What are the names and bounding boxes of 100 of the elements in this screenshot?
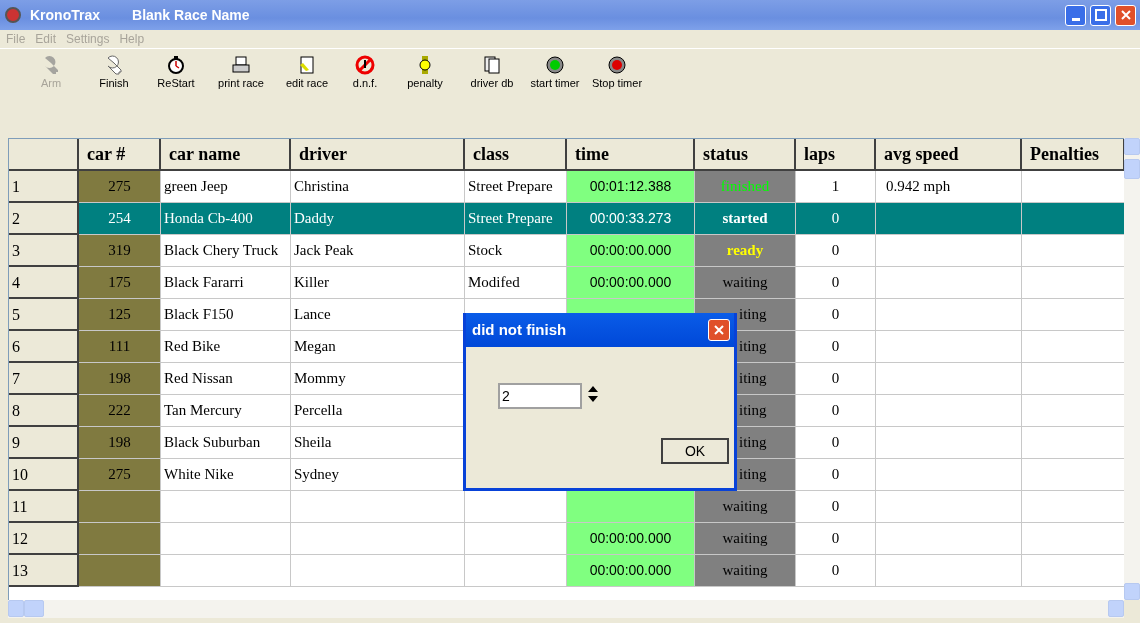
column-header[interactable]: class bbox=[465, 139, 567, 171]
close-button[interactable] bbox=[708, 319, 730, 341]
table-cell: Jack Peak bbox=[291, 235, 465, 267]
row-number[interactable]: 9 bbox=[9, 427, 79, 459]
status-cell: waiting bbox=[695, 523, 796, 555]
scroll-left-button[interactable] bbox=[8, 600, 24, 617]
table-cell: 275 bbox=[79, 459, 161, 491]
vertical-scrollbar[interactable] bbox=[1124, 138, 1140, 600]
row-number[interactable]: 7 bbox=[9, 363, 79, 395]
toolbar-button[interactable]: Stop timer bbox=[584, 55, 650, 90]
status-cell: ready bbox=[695, 235, 796, 267]
table-cell: Daddy bbox=[291, 203, 465, 235]
table-cell: Tan Mercury bbox=[161, 395, 291, 427]
toolbar-button[interactable]: print race bbox=[206, 55, 276, 90]
table-cell: 0 bbox=[796, 395, 876, 427]
signal-light-icon bbox=[607, 55, 627, 75]
table-cell: Black F150 bbox=[161, 299, 291, 331]
table-cell: 319 bbox=[79, 235, 161, 267]
scroll-up-button[interactable] bbox=[1124, 138, 1140, 155]
toolbar-button[interactable]: penalty bbox=[392, 55, 458, 90]
table-cell: 0 bbox=[796, 331, 876, 363]
table-cell: Black Suburban bbox=[161, 427, 291, 459]
table-cell: 0 bbox=[796, 523, 876, 555]
row-number[interactable]: 5 bbox=[9, 299, 79, 331]
row-number[interactable]: 13 bbox=[9, 555, 79, 587]
document-icon bbox=[297, 55, 317, 75]
table-cell: Killer bbox=[291, 267, 465, 299]
table-cell: Honda Cb-400 bbox=[161, 203, 291, 235]
table-cell: 00:00:00.000 bbox=[567, 267, 695, 299]
table-cell: 00:00:00.000 bbox=[567, 235, 695, 267]
table-cell: 0 bbox=[796, 491, 876, 523]
toolbar-button[interactable]: driver db bbox=[458, 55, 526, 90]
table-cell: 222 bbox=[79, 395, 161, 427]
table-cell: 0 bbox=[796, 363, 876, 395]
no-sign-icon bbox=[355, 55, 375, 75]
scroll-thumb[interactable] bbox=[1124, 159, 1140, 179]
close-icon bbox=[713, 324, 725, 336]
scroll-thumb[interactable] bbox=[24, 600, 44, 617]
spin-arrows-icon[interactable] bbox=[585, 384, 601, 404]
table-cell: 175 bbox=[79, 267, 161, 299]
row-number[interactable]: 1 bbox=[9, 171, 79, 203]
minimize-icon bbox=[1071, 17, 1080, 21]
row-number[interactable]: 2 bbox=[9, 203, 79, 235]
row-number[interactable]: 4 bbox=[9, 267, 79, 299]
toolbar-button[interactable]: ReStart bbox=[146, 55, 206, 90]
row-number[interactable]: 12 bbox=[9, 523, 79, 555]
printer-icon bbox=[231, 55, 251, 75]
close-button[interactable] bbox=[1115, 4, 1136, 26]
table-cell: 0 bbox=[796, 459, 876, 491]
toolbar-button[interactable]: edit race bbox=[276, 55, 338, 90]
table-cell: Street Prepare bbox=[465, 203, 567, 235]
scroll-right-button[interactable] bbox=[1108, 600, 1124, 617]
maximize-icon bbox=[1094, 9, 1107, 21]
table-cell: 0 bbox=[796, 427, 876, 459]
column-header[interactable]: avg speed bbox=[876, 139, 1022, 171]
table-cell: White Nike bbox=[161, 459, 291, 491]
maximize-button[interactable] bbox=[1090, 4, 1111, 26]
table-cell: Black Chery Truck bbox=[161, 235, 291, 267]
row-number[interactable]: 11 bbox=[9, 491, 79, 523]
toolbar-button[interactable]: start timer bbox=[526, 55, 584, 90]
column-header[interactable]: driver bbox=[291, 139, 465, 171]
table-cell: 0 bbox=[796, 299, 876, 331]
table-cell: 254 bbox=[79, 203, 161, 235]
table-cell: 198 bbox=[79, 363, 161, 395]
signal-light-icon bbox=[545, 55, 565, 75]
column-header[interactable]: status bbox=[695, 139, 796, 171]
app-name: KronoTrax bbox=[30, 5, 100, 25]
spin-field[interactable]: 2 bbox=[498, 383, 582, 409]
table-cell: 00:00:00.000 bbox=[567, 523, 695, 555]
table-cell: Red Nissan bbox=[161, 363, 291, 395]
horizontal-scrollbar[interactable] bbox=[8, 600, 1124, 618]
status-cell: waiting bbox=[695, 555, 796, 587]
column-header[interactable]: laps bbox=[796, 139, 876, 171]
row-number[interactable]: 10 bbox=[9, 459, 79, 491]
status-cell: waiting bbox=[695, 491, 796, 523]
scroll-down-button[interactable] bbox=[1124, 583, 1140, 600]
column-header[interactable]: time bbox=[567, 139, 695, 171]
row-number[interactable]: 8 bbox=[9, 395, 79, 427]
header-cell bbox=[9, 139, 79, 171]
column-header[interactable]: Penalties bbox=[1022, 139, 1124, 171]
dialog-title: did not finish bbox=[472, 319, 567, 340]
close-icon bbox=[1119, 9, 1132, 21]
column-header[interactable]: car name bbox=[161, 139, 291, 171]
table-cell: 0 bbox=[796, 267, 876, 299]
documents-icon bbox=[482, 55, 502, 75]
table-cell: 198 bbox=[79, 427, 161, 459]
table-cell: 275 bbox=[79, 171, 161, 203]
row-number[interactable]: 3 bbox=[9, 235, 79, 267]
stopwatch-icon bbox=[166, 55, 186, 75]
table-cell: 00:01:12.388 bbox=[567, 171, 695, 203]
minimize-button[interactable] bbox=[1065, 4, 1086, 26]
ok-button[interactable]: OK bbox=[661, 438, 729, 464]
toolbar-button[interactable]: Finish bbox=[82, 55, 146, 90]
table-cell: 0 bbox=[796, 235, 876, 267]
column-header[interactable]: car # bbox=[79, 139, 161, 171]
table-cell: 00:00:00.000 bbox=[567, 555, 695, 587]
table-cell: Black Fararri bbox=[161, 267, 291, 299]
toolbar-button[interactable]: d.n.f. bbox=[338, 55, 392, 90]
row-number[interactable]: 6 bbox=[9, 331, 79, 363]
app-logo-icon bbox=[4, 6, 22, 24]
